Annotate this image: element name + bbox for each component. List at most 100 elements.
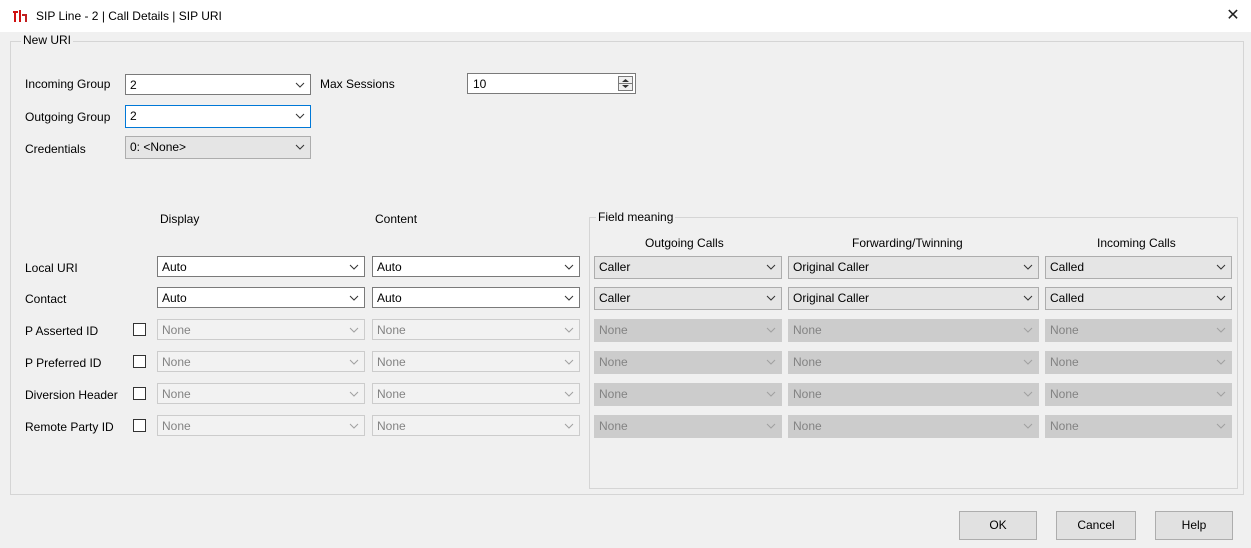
- forwarding-combo[interactable]: Original Caller: [788, 287, 1039, 310]
- content-value: None: [377, 419, 406, 433]
- incoming-group-combo[interactable]: 2: [125, 74, 311, 95]
- outgoing-calls-header: Outgoing Calls: [645, 236, 724, 250]
- max-sessions-value: 10: [473, 77, 487, 91]
- display-combo[interactable]: Auto: [157, 287, 365, 308]
- row-label: Local URI: [25, 261, 78, 275]
- outgoing-combo[interactable]: Caller: [594, 256, 782, 279]
- outgoing-value: Caller: [599, 260, 631, 274]
- chevron-down-icon: [295, 82, 305, 88]
- display-combo[interactable]: None: [157, 319, 365, 340]
- chevron-down-icon: [564, 391, 574, 397]
- chevron-down-icon: [766, 295, 776, 301]
- chevron-down-icon: [1023, 264, 1033, 270]
- credentials-combo[interactable]: 0: <None>: [125, 136, 311, 159]
- spinner-icon[interactable]: [618, 76, 633, 91]
- chevron-down-icon: [1023, 359, 1033, 365]
- outgoing-combo[interactable]: None: [594, 415, 782, 438]
- display-combo[interactable]: None: [157, 383, 365, 404]
- incoming-combo[interactable]: None: [1045, 351, 1232, 374]
- incoming-combo[interactable]: None: [1045, 383, 1232, 406]
- content-value: Auto: [377, 260, 402, 274]
- chevron-down-icon: [1023, 327, 1033, 333]
- display-combo[interactable]: None: [157, 351, 365, 372]
- help-button[interactable]: Help: [1155, 511, 1233, 540]
- max-sessions-spinner[interactable]: 10: [467, 73, 636, 94]
- content-combo[interactable]: Auto: [372, 287, 580, 308]
- incoming-value: None: [1050, 323, 1079, 337]
- content-combo[interactable]: None: [372, 351, 580, 372]
- chevron-down-icon: [1023, 295, 1033, 301]
- chevron-down-icon: [1216, 359, 1226, 365]
- row-enable-checkbox[interactable]: [133, 355, 146, 368]
- outgoing-combo[interactable]: None: [594, 383, 782, 406]
- outgoing-combo[interactable]: None: [594, 351, 782, 374]
- chevron-down-icon: [564, 295, 574, 301]
- chevron-down-icon: [1023, 391, 1033, 397]
- chevron-down-icon: [564, 264, 574, 270]
- incoming-combo[interactable]: None: [1045, 319, 1232, 342]
- chevron-down-icon: [564, 359, 574, 365]
- content-value: None: [377, 355, 406, 369]
- new-uri-group-label: New URI: [21, 33, 74, 47]
- outgoing-combo[interactable]: Caller: [594, 287, 782, 310]
- chevron-down-icon: [349, 423, 359, 429]
- app-logo-icon: [12, 9, 28, 23]
- cancel-button[interactable]: Cancel: [1056, 511, 1136, 540]
- row-label: Contact: [25, 292, 67, 306]
- row-enable-checkbox[interactable]: [133, 323, 146, 336]
- chevron-down-icon: [1216, 295, 1226, 301]
- row-enable-checkbox[interactable]: [133, 419, 146, 432]
- outgoing-value: None: [599, 419, 628, 433]
- forwarding-value: None: [793, 323, 822, 337]
- title-bar: SIP Line - 2 | Call Details | SIP URI ✕: [0, 0, 1251, 32]
- outgoing-combo[interactable]: None: [594, 319, 782, 342]
- chevron-down-icon: [766, 423, 776, 429]
- forwarding-value: None: [793, 355, 822, 369]
- outgoing-value: None: [599, 355, 628, 369]
- incoming-value: None: [1050, 355, 1079, 369]
- content-combo[interactable]: None: [372, 383, 580, 404]
- incoming-combo[interactable]: Called: [1045, 256, 1232, 279]
- forwarding-combo[interactable]: None: [788, 383, 1039, 406]
- chevron-down-icon: [1216, 423, 1226, 429]
- outgoing-value: Caller: [599, 291, 631, 305]
- incoming-value: None: [1050, 419, 1079, 433]
- incoming-value: None: [1050, 387, 1079, 401]
- forwarding-combo[interactable]: Original Caller: [788, 256, 1039, 279]
- row-enable-checkbox[interactable]: [133, 387, 146, 400]
- content-header: Content: [375, 212, 418, 226]
- chevron-down-icon: [349, 264, 359, 270]
- forwarding-combo[interactable]: None: [788, 415, 1039, 438]
- display-combo[interactable]: None: [157, 415, 365, 436]
- display-value: None: [162, 419, 191, 433]
- incoming-combo[interactable]: None: [1045, 415, 1232, 438]
- incoming-value: Called: [1050, 260, 1085, 274]
- content-value: Auto: [377, 291, 402, 305]
- content-value: None: [377, 387, 406, 401]
- display-value: None: [162, 387, 191, 401]
- incoming-combo[interactable]: Called: [1045, 287, 1232, 310]
- content-combo[interactable]: Auto: [372, 256, 580, 277]
- incoming-value: Called: [1050, 291, 1085, 305]
- incoming-group-value: 2: [130, 78, 137, 92]
- chevron-down-icon: [349, 295, 359, 301]
- chevron-down-icon: [1216, 391, 1226, 397]
- outgoing-value: None: [599, 323, 628, 337]
- row-label: Diversion Header: [25, 388, 118, 402]
- content-combo[interactable]: None: [372, 319, 580, 340]
- forwarding-combo[interactable]: None: [788, 351, 1039, 374]
- window-title: SIP Line - 2 | Call Details | SIP URI: [36, 9, 222, 23]
- max-sessions-label: Max Sessions: [320, 77, 395, 91]
- chevron-down-icon: [295, 144, 305, 150]
- outgoing-group-combo[interactable]: 2: [125, 105, 311, 128]
- content-combo[interactable]: None: [372, 415, 580, 436]
- row-label: P Preferred ID: [25, 356, 102, 370]
- display-value: Auto: [162, 291, 187, 305]
- close-icon[interactable]: ✕: [1222, 6, 1244, 26]
- chevron-down-icon: [349, 327, 359, 333]
- field-meaning-label: Field meaning: [596, 210, 676, 224]
- forwarding-combo[interactable]: None: [788, 319, 1039, 342]
- ok-button[interactable]: OK: [959, 511, 1037, 540]
- display-value: Auto: [162, 260, 187, 274]
- display-combo[interactable]: Auto: [157, 256, 365, 277]
